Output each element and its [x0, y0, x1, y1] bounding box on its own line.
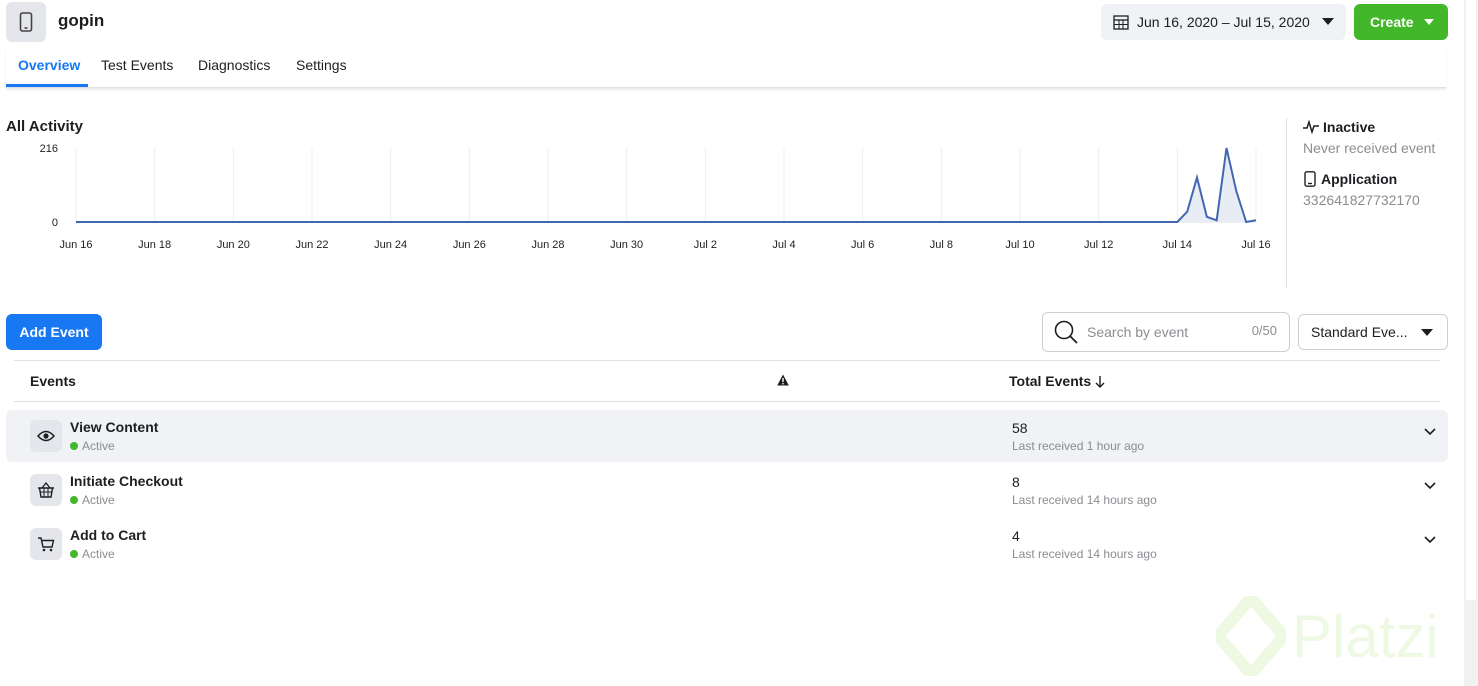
tab-overview[interactable]: Overview: [18, 57, 80, 73]
caret-down-icon: [1322, 18, 1334, 25]
calendar-icon: [1113, 15, 1129, 30]
event-count: 8: [1012, 474, 1020, 490]
event-name: Add to Cart: [70, 527, 147, 543]
event-status-label: Active: [82, 547, 115, 561]
y-tick-label: 0: [52, 217, 58, 229]
x-tick-label: Jul 6: [851, 239, 874, 251]
add-event-button[interactable]: Add Event: [6, 314, 102, 350]
search-input[interactable]: [1087, 324, 1237, 340]
x-tick-label: Jun 24: [374, 239, 407, 251]
x-tick-label: Jun 18: [138, 239, 171, 251]
active-dot: [70, 442, 78, 450]
warning-icon: [777, 374, 789, 386]
type-row: Application: [1303, 171, 1397, 187]
search-count: 0/50: [1251, 323, 1277, 338]
caret-down-icon: [1424, 19, 1434, 25]
series-area: [76, 148, 1256, 222]
series-line: [76, 147, 1257, 224]
create-button[interactable]: Create: [1354, 4, 1448, 40]
app-phone-icon: [6, 2, 46, 42]
tab-bar: Overview Test Events Diagnostics Setting…: [6, 48, 1446, 88]
x-tick-label: Jul 14: [1163, 239, 1192, 251]
x-tick-label: Jul 2: [694, 239, 717, 251]
divider: [1286, 118, 1287, 288]
basket-icon: [30, 474, 62, 506]
x-tick-label: Jul 16: [1241, 239, 1270, 251]
x-tick-label: Jul 12: [1084, 239, 1113, 251]
chevron-down-icon[interactable]: [1424, 536, 1436, 544]
event-status: Active: [70, 547, 115, 561]
event-name: View Content: [70, 419, 159, 435]
x-tick-label: Jun 28: [531, 239, 564, 251]
event-count: 58: [1012, 420, 1028, 436]
type-label: Application: [1321, 171, 1398, 187]
pulse-icon: [1303, 120, 1319, 134]
column-total-events[interactable]: Total Events: [1009, 373, 1105, 389]
search-box: 0/50: [1042, 312, 1290, 352]
x-tick-label: Jul 10: [1005, 239, 1034, 251]
phone-icon: [1304, 171, 1316, 187]
scrollbar[interactable]: [1464, 0, 1478, 686]
status-subtitle: Never received event: [1303, 140, 1436, 156]
sort-down-icon: [1095, 376, 1105, 388]
active-tab-indicator: [6, 84, 88, 87]
tab-test-events[interactable]: Test Events: [101, 57, 173, 73]
search-icon: [1054, 320, 1078, 344]
platzi-watermark: Platzi: [1216, 596, 1439, 676]
y-tick-label: 216: [40, 143, 58, 155]
column-events: Events: [30, 373, 76, 389]
cart-icon: [30, 528, 62, 560]
app-title: gopin: [58, 11, 105, 30]
platzi-logo-icon: [1216, 596, 1286, 676]
platzi-watermark-text: Platzi: [1292, 602, 1439, 670]
event-last-received: Last received 14 hours ago: [1012, 493, 1157, 507]
table-row[interactable]: View Content Active 58 Last received 1 h…: [6, 410, 1448, 462]
event-type-dropdown[interactable]: Standard Eve...: [1298, 314, 1448, 350]
caret-down-icon: [1421, 329, 1433, 336]
event-status-label: Active: [82, 439, 115, 453]
eye-icon: [30, 420, 62, 452]
event-count: 4: [1012, 528, 1020, 544]
x-tick-label: Jul 8: [930, 239, 953, 251]
x-tick-label: Jun 20: [217, 239, 250, 251]
tab-settings[interactable]: Settings: [296, 57, 347, 73]
active-dot: [70, 550, 78, 558]
tab-diagnostics[interactable]: Diagnostics: [198, 57, 270, 73]
event-type-dropdown-label: Standard Eve...: [1311, 324, 1408, 340]
table-row[interactable]: Add to Cart Active 4 Last received 14 ho…: [6, 518, 1448, 570]
date-range-label: Jun 16, 2020 – Jul 15, 2020: [1137, 14, 1310, 30]
column-total-events-label: Total Events: [1009, 373, 1092, 389]
chevron-down-icon[interactable]: [1424, 428, 1436, 436]
x-tick-label: Jun 30: [610, 239, 643, 251]
activity-chart: Jun 16 Jun 18 Jun 20 Jun 22 Jun 24 Jun 26 Jun …: [40, 143, 1271, 251]
status-row: Inactive: [1303, 119, 1375, 135]
scrollbar-thumb[interactable]: [1466, 0, 1476, 600]
table-header: Events Total Events: [14, 360, 1440, 402]
event-last-received: Last received 1 hour ago: [1012, 439, 1145, 453]
section-title: All Activity: [6, 118, 83, 135]
x-tick-label: Jun 22: [295, 239, 328, 251]
event-status: Active: [70, 493, 115, 507]
event-status: Active: [70, 439, 115, 453]
x-tick-label: Jun 16: [59, 239, 92, 251]
x-tick-label: Jun 26: [453, 239, 486, 251]
x-tick-label: Jul 4: [772, 239, 795, 251]
date-range-picker[interactable]: Jun 16, 2020 – Jul 15, 2020: [1101, 4, 1346, 40]
app-id: 332641827732170: [1303, 192, 1420, 208]
event-name: Initiate Checkout: [70, 473, 183, 489]
active-dot: [70, 496, 78, 504]
status-label: Inactive: [1323, 119, 1376, 135]
event-status-label: Active: [82, 493, 115, 507]
table-row[interactable]: Initiate Checkout Active 8 Last received…: [6, 464, 1448, 516]
chevron-down-icon[interactable]: [1424, 482, 1436, 490]
create-button-label: Create: [1370, 14, 1414, 30]
event-last-received: Last received 14 hours ago: [1012, 547, 1157, 561]
